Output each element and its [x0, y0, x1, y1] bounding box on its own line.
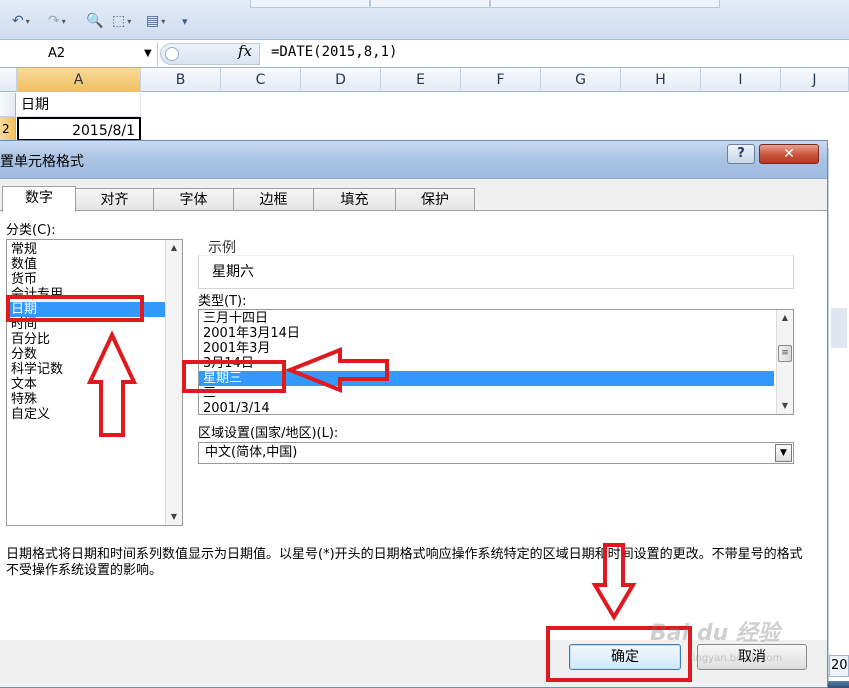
column-header-a[interactable]: A — [17, 68, 141, 92]
sheet-tab[interactable]: 20 — [829, 655, 849, 677]
select-all-corner[interactable] — [0, 68, 17, 92]
locale-label: 区域设置(国家/地区)(L): — [198, 426, 339, 441]
tab-alignment[interactable]: 对齐 — [75, 188, 154, 211]
ribbon-tab-edge — [490, 0, 720, 8]
list-item[interactable]: 特殊 — [7, 392, 166, 407]
undo-button[interactable]: ↶ ▾ — [12, 12, 30, 30]
format-cells-dialog: 置单元格格式 ? ✕ 数字 对齐 字体 边框 填充 保护 分类(C): 常规 数… — [0, 140, 828, 688]
watermark-logo: Bai du 经验 jingyan.baidu.com — [650, 615, 810, 665]
tab-number[interactable]: 数字 — [2, 186, 76, 212]
category-list[interactable]: 常规 数值 货币 会计专用 日期 时间 百分比 分数 科学记数 文本 特殊 自定… — [6, 239, 183, 526]
list-item[interactable]: 文本 — [7, 377, 166, 392]
ribbon-tab-edge — [370, 0, 490, 8]
undo-icon: ↶ — [12, 13, 24, 29]
row-header-1[interactable] — [0, 93, 16, 117]
row-header-2[interactable]: 2 — [0, 117, 16, 141]
category-label: 分类(C): — [6, 223, 56, 238]
list-item[interactable]: 2001/3/14 — [199, 401, 774, 414]
tab-fill[interactable]: 填充 — [313, 188, 396, 211]
help-button[interactable]: ? — [727, 144, 755, 164]
customize-icon: ▾ — [182, 14, 188, 28]
cell-a2[interactable]: 2015/8/1 — [17, 117, 141, 141]
sample-box — [198, 255, 794, 289]
format-description: 日期格式将日期和时间系列数值显示为日期值。以星号(*)开头的日期格式响应操作系统… — [6, 547, 803, 578]
list-item[interactable]: 货币 — [7, 272, 166, 287]
customize-toolbar-button[interactable]: ▾ — [182, 12, 188, 30]
worksheet-background — [828, 148, 849, 688]
watermark-url: jingyan.baidu.com — [690, 653, 783, 664]
column-header-e[interactable]: E — [381, 68, 461, 92]
sample-group: 示例 星期六 — [198, 237, 794, 289]
formula-bar: A2 ▼ fx =DATE(2015,8,1) — [0, 40, 849, 68]
dialog-title: 置单元格格式 — [0, 154, 84, 170]
scrollbar[interactable] — [831, 308, 847, 348]
number-tab-panel: 分类(C): 常规 数值 货币 会计专用 日期 时间 百分比 分数 科学记数 文… — [0, 210, 827, 640]
chevron-down-icon[interactable]: ▼ — [775, 444, 792, 462]
annotation-box-category — [6, 295, 144, 322]
close-button[interactable]: ✕ — [759, 144, 819, 164]
scroll-up-icon[interactable]: ▲ — [166, 240, 182, 256]
tab-font[interactable]: 字体 — [153, 188, 234, 211]
print-preview-icon: 🔍 — [86, 13, 104, 29]
type-list[interactable]: 三月十四日 2001年3月14日 2001年3月 3月14日 星期三 三 200… — [198, 309, 794, 415]
locale-select[interactable]: 中文(简体,中国) ▼ — [198, 442, 794, 464]
ribbon-tab-edge — [250, 0, 370, 8]
column-header-h[interactable]: H — [621, 68, 701, 92]
chevron-down-icon[interactable]: ▼ — [144, 42, 152, 66]
redo-button[interactable]: ↷ ▾ — [48, 12, 66, 30]
dialog-tabs: 数字 对齐 字体 边框 填充 保护 — [0, 186, 827, 212]
list-item[interactable]: 数值 — [7, 257, 166, 272]
insert-function-icon[interactable]: fx — [238, 42, 252, 60]
list-item[interactable]: 三月十四日 — [199, 311, 774, 326]
close-icon: ✕ — [783, 146, 795, 162]
quick-access-toolbar: ↶ ▾ ↷ ▾ 🔍 ⬚ ▾ ▤ ▾ ▾ — [0, 0, 849, 40]
resize-knob-icon[interactable] — [165, 47, 179, 61]
column-header-j[interactable]: J — [781, 68, 849, 92]
column-header-c[interactable]: C — [221, 68, 301, 92]
cell-a1[interactable]: 日期 — [17, 93, 141, 117]
scroll-down-icon[interactable]: ▼ — [777, 398, 793, 414]
list-item[interactable]: 分数 — [7, 347, 166, 362]
list-item[interactable]: 自定义 — [7, 407, 166, 422]
help-icon: ? — [737, 146, 745, 161]
sample-label: 示例 — [208, 240, 236, 256]
type-scrollbar[interactable]: ▲ ≡ ▼ — [776, 310, 793, 414]
print-preview-button[interactable]: 🔍 — [86, 12, 103, 30]
column-header-f[interactable]: F — [461, 68, 541, 92]
list-item[interactable]: 百分比 — [7, 332, 166, 347]
column-header-g[interactable]: G — [541, 68, 621, 92]
annotation-box-type — [182, 360, 286, 393]
tab-protection[interactable]: 保护 — [395, 188, 475, 211]
column-header-b[interactable]: B — [141, 68, 221, 92]
scroll-thumb[interactable]: ≡ — [778, 345, 792, 362]
column-header-d[interactable]: D — [301, 68, 381, 92]
column-header-i[interactable]: I — [701, 68, 781, 92]
list-item[interactable]: 2001年3月14日 — [199, 326, 774, 341]
list-item[interactable]: 2001年3月 — [199, 341, 774, 356]
category-scrollbar[interactable]: ▲ ▼ — [165, 240, 182, 525]
redo-icon: ↷ — [48, 13, 60, 29]
list-item[interactable]: 常规 — [7, 242, 166, 257]
formula-input[interactable]: =DATE(2015,8,1) — [271, 44, 397, 60]
type-label: 类型(T): — [198, 294, 247, 309]
sample-value: 星期六 — [212, 264, 254, 280]
name-box-value: A2 — [48, 46, 66, 61]
scroll-up-icon[interactable]: ▲ — [777, 310, 793, 326]
format-button[interactable]: ▤ ▾ — [146, 12, 165, 30]
row-header-label: 2 — [2, 122, 10, 136]
select-button[interactable]: ⬚ ▾ — [112, 12, 131, 30]
list-item[interactable]: 科学记数 — [7, 362, 166, 377]
scroll-down-icon[interactable]: ▼ — [166, 509, 182, 525]
dialog-titlebar[interactable]: 置单元格格式 ? ✕ — [0, 141, 827, 179]
worksheet-grid: A B C D E F G H I J 2 日期 2015/8/1 — [0, 68, 849, 148]
watermark-text: Bai du 经验 — [650, 621, 780, 646]
locale-value: 中文(简体,中国) — [205, 445, 298, 460]
format-icon: ▤ — [146, 13, 160, 29]
name-box[interactable]: A2 ▼ — [0, 42, 158, 66]
select-icon: ⬚ — [112, 13, 126, 29]
column-header-row: A B C D E F G H I J — [0, 68, 849, 92]
tab-border[interactable]: 边框 — [233, 188, 314, 211]
